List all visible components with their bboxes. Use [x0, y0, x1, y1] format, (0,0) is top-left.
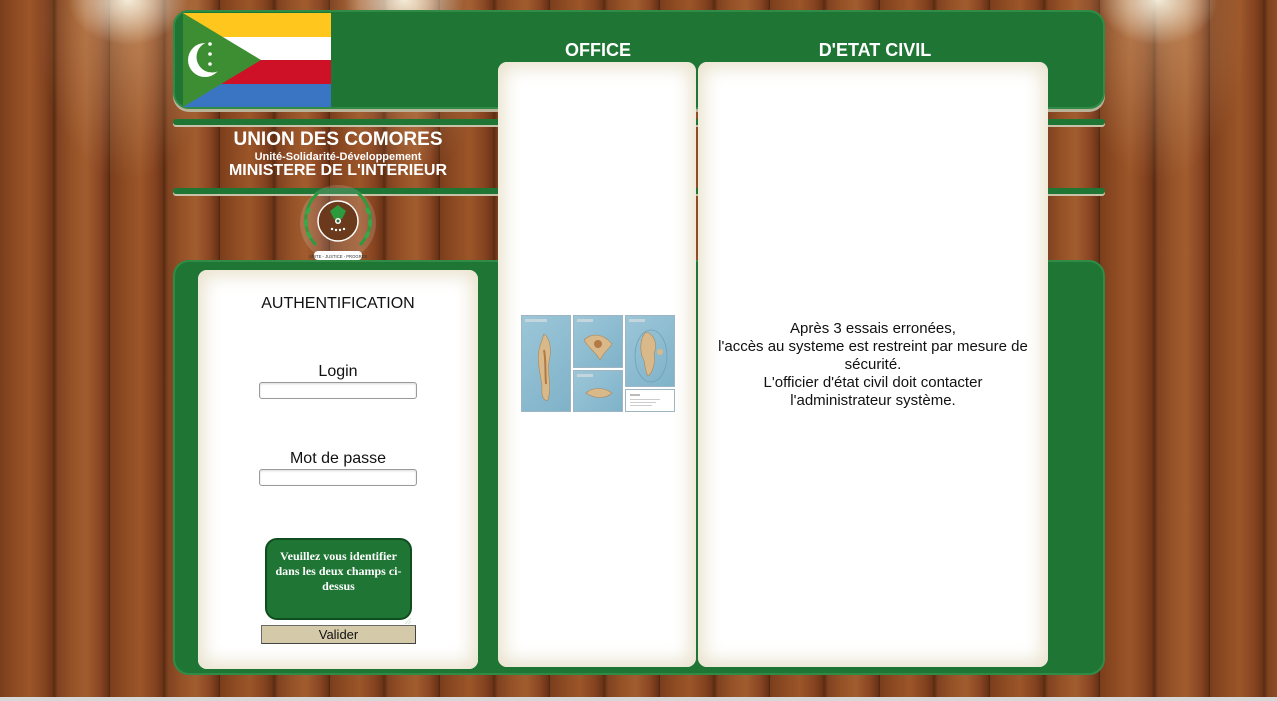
notice-line: l'accès au systeme est restreint par mes… — [718, 338, 1028, 373]
comoros-flag-icon — [183, 13, 331, 107]
login-label: Login — [318, 363, 358, 380]
login-input[interactable] — [259, 382, 417, 399]
resize-handle-icon[interactable] — [404, 612, 412, 625]
password-input[interactable] — [259, 469, 417, 486]
window-bottom-edge — [0, 697, 1277, 701]
comoros-islands-map-icon — [521, 315, 675, 412]
status-message[interactable]: Veuillez vous identifier dans les deux c… — [265, 538, 412, 620]
svg-text:UNITE - JUSTICE - PROGRES: UNITE - JUSTICE - PROGRES — [309, 254, 368, 259]
security-notice: Après 3 essais erronées, l'accès au syst… — [703, 320, 1043, 410]
password-label: Mot de passe — [289, 450, 387, 467]
notice-line: l'administrateur système. — [790, 392, 956, 409]
auth-title: AUTHENTIFICATION — [261, 295, 415, 312]
notice-line: L'officier d'état civil doit contacter — [763, 374, 983, 391]
notice-line: Après 3 essais erronées, — [790, 320, 956, 337]
country-title: UNION DES COMORES — [233, 129, 443, 150]
ministry-title: MINISTERE DE L'INTERIEUR — [228, 162, 448, 179]
office-label: OFFICE — [565, 40, 631, 60]
submit-button[interactable]: Valider — [261, 625, 416, 644]
national-emblem-icon: UNITE - JUSTICE - PROGRES — [296, 183, 382, 265]
etat-civil-label: D'ETAT CIVIL — [818, 40, 932, 60]
